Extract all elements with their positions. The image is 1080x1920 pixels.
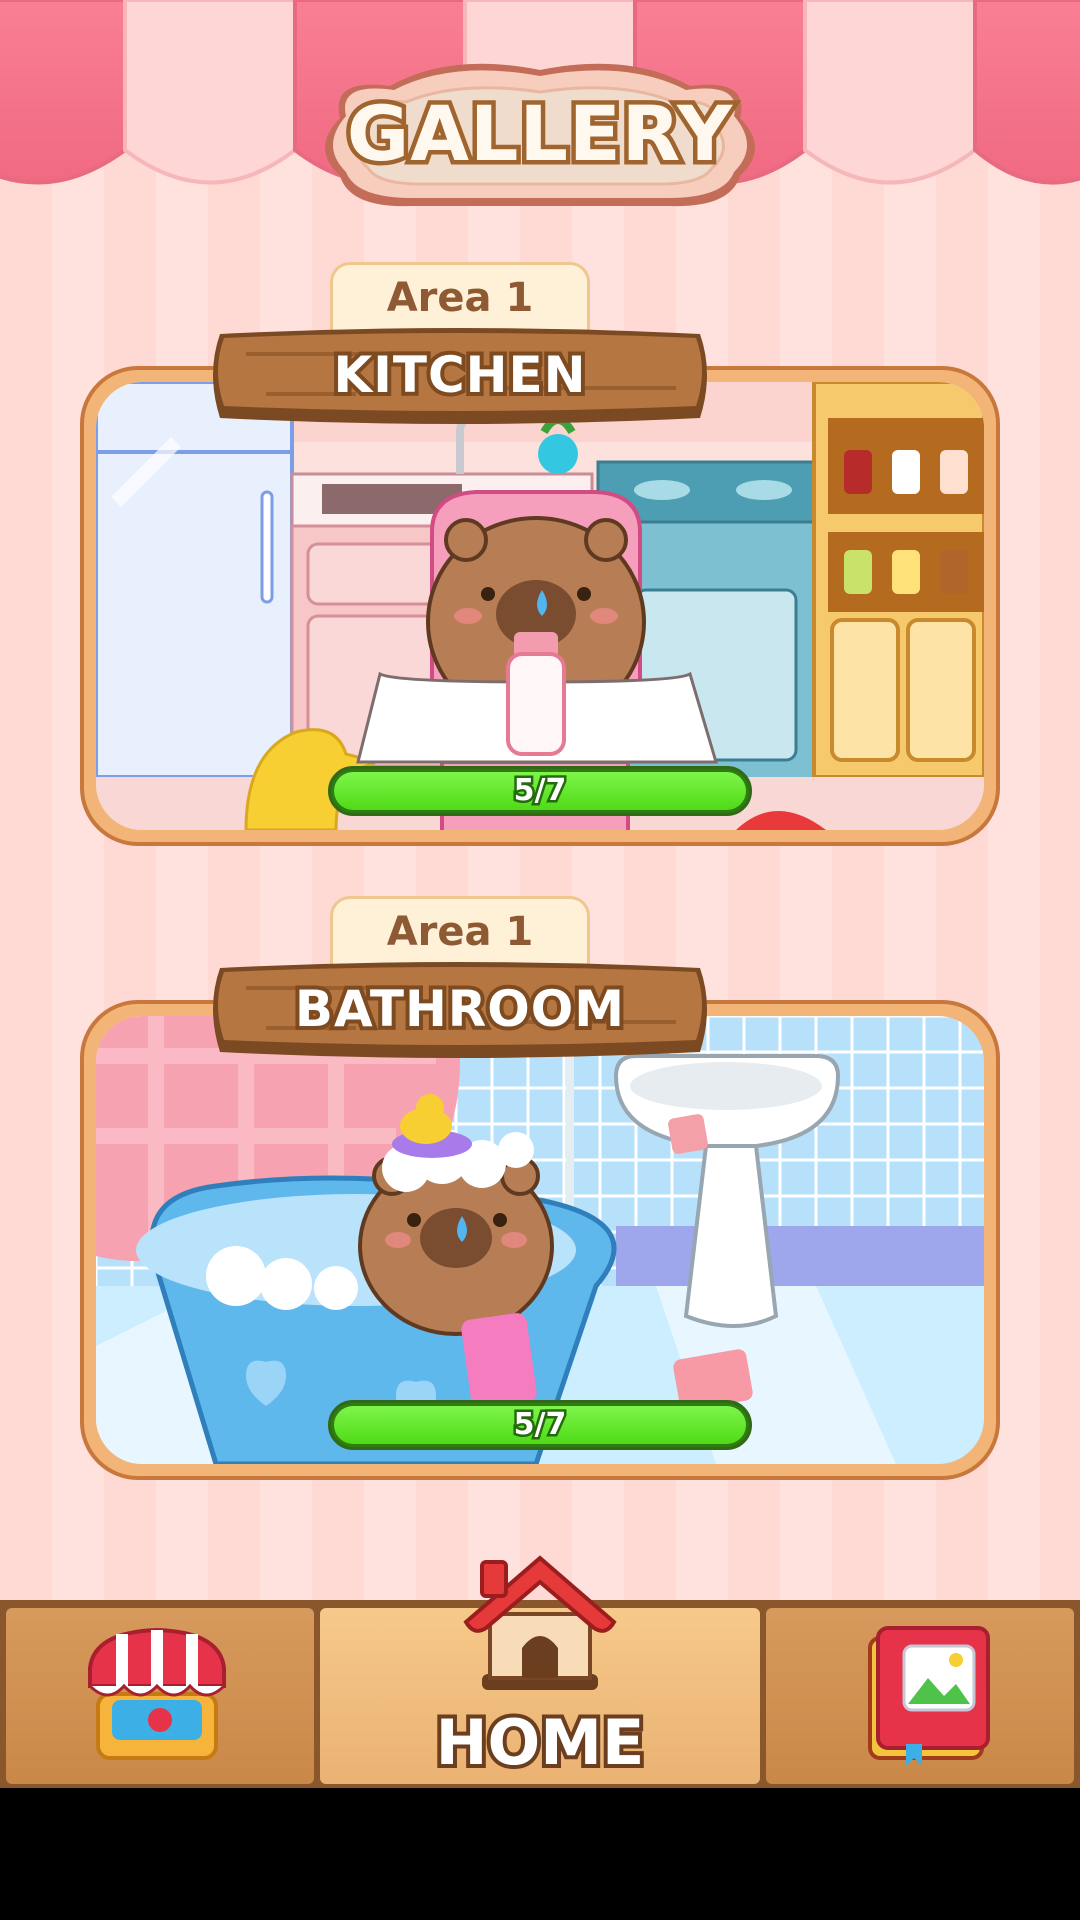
progress-bar: 5/7: [328, 1400, 752, 1450]
progress-text: 5/7: [511, 1405, 569, 1445]
room-name-bathroom: BATHROOM: [291, 980, 628, 1038]
shop-stall-icon[interactable]: [82, 1624, 232, 1764]
progress-text: 5/7: [511, 771, 569, 811]
bathroom-scene-image: [96, 1016, 984, 1464]
nav-label-home[interactable]: HOME: [320, 1708, 760, 1778]
gallery-screen: GALLERY Area 1 5/7 KITCHEN Area 1 5/7 BA…: [0, 0, 1080, 1788]
house-icon[interactable]: [456, 1544, 624, 1694]
photo-book-icon[interactable]: [864, 1624, 994, 1768]
room-name-kitchen: KITCHEN: [330, 346, 590, 404]
progress-bar: 5/7: [328, 766, 752, 816]
area-card-kitchen[interactable]: 5/7: [80, 366, 1000, 846]
area-card-bathroom[interactable]: 5/7: [80, 1000, 1000, 1480]
kitchen-scene-image: [96, 382, 984, 830]
area-label: Area 1: [386, 909, 534, 955]
page-title: GALLERY: [342, 89, 736, 178]
area-label: Area 1: [386, 275, 534, 321]
